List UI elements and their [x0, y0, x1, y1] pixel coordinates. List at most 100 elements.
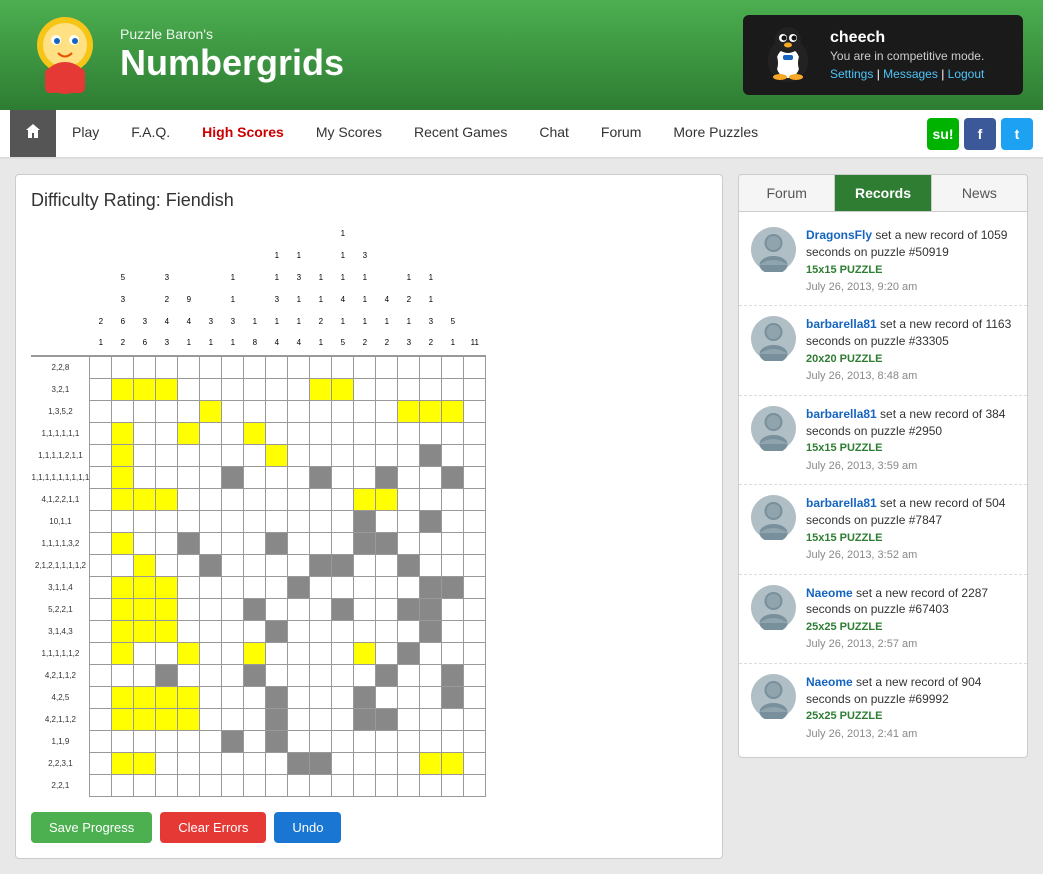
grid-cell[interactable] [288, 378, 310, 400]
grid-cell[interactable] [464, 620, 486, 642]
grid-cell[interactable] [398, 686, 420, 708]
grid-cell[interactable] [310, 510, 332, 532]
grid-cell[interactable] [112, 752, 134, 774]
grid-cell[interactable] [442, 642, 464, 664]
grid-cell[interactable] [90, 356, 112, 378]
grid-cell[interactable] [464, 774, 486, 796]
nav-faq[interactable]: F.A.Q. [115, 110, 186, 157]
grid-cell[interactable] [222, 752, 244, 774]
grid-cell[interactable] [112, 774, 134, 796]
grid-cell[interactable] [134, 378, 156, 400]
grid-cell[interactable] [332, 576, 354, 598]
grid-cell[interactable] [112, 444, 134, 466]
grid-cell[interactable] [156, 642, 178, 664]
grid-cell[interactable] [310, 642, 332, 664]
grid-cell[interactable] [156, 488, 178, 510]
grid-cell[interactable] [464, 532, 486, 554]
grid-cell[interactable] [310, 598, 332, 620]
nav-morepuzzles[interactable]: More Puzzles [657, 110, 774, 157]
grid-cell[interactable] [442, 554, 464, 576]
grid-cell[interactable] [310, 532, 332, 554]
grid-cell[interactable] [464, 554, 486, 576]
record-user-link[interactable]: barbarella81 [806, 496, 877, 510]
grid-cell[interactable] [310, 356, 332, 378]
grid-cell[interactable] [178, 708, 200, 730]
grid-cell[interactable] [244, 378, 266, 400]
grid-cell[interactable] [376, 554, 398, 576]
grid-cell[interactable] [354, 620, 376, 642]
grid-cell[interactable] [464, 642, 486, 664]
stumbleupon-button[interactable]: su! [927, 118, 959, 150]
grid-cell[interactable] [354, 774, 376, 796]
grid-cell[interactable] [310, 422, 332, 444]
grid-cell[interactable] [178, 554, 200, 576]
clear-errors-button[interactable]: Clear Errors [160, 812, 266, 843]
grid-cell[interactable] [398, 664, 420, 686]
grid-cell[interactable] [200, 752, 222, 774]
grid-cell[interactable] [464, 378, 486, 400]
grid-cell[interactable] [464, 466, 486, 488]
grid-cell[interactable] [288, 466, 310, 488]
grid-cell[interactable] [244, 488, 266, 510]
grid-cell[interactable] [354, 708, 376, 730]
grid-cell[interactable] [354, 686, 376, 708]
grid-cell[interactable] [90, 510, 112, 532]
grid-cell[interactable] [398, 378, 420, 400]
grid-cell[interactable] [310, 400, 332, 422]
save-button[interactable]: Save Progress [31, 812, 152, 843]
grid-cell[interactable] [310, 774, 332, 796]
grid-cell[interactable] [244, 510, 266, 532]
grid-cell[interactable] [266, 400, 288, 422]
grid-cell[interactable] [156, 444, 178, 466]
grid-cell[interactable] [332, 378, 354, 400]
grid-cell[interactable] [354, 642, 376, 664]
grid-cell[interactable] [442, 444, 464, 466]
grid-cell[interactable] [420, 708, 442, 730]
grid-cell[interactable] [310, 378, 332, 400]
grid-cell[interactable] [134, 686, 156, 708]
grid-cell[interactable] [420, 378, 442, 400]
home-button[interactable] [10, 110, 56, 157]
grid-cell[interactable] [156, 730, 178, 752]
grid-cell[interactable] [112, 378, 134, 400]
grid-cell[interactable] [332, 554, 354, 576]
grid-cell[interactable] [310, 752, 332, 774]
grid-cell[interactable] [288, 576, 310, 598]
grid-cell[interactable] [310, 466, 332, 488]
grid-cell[interactable] [90, 730, 112, 752]
grid-cell[interactable] [200, 356, 222, 378]
grid-cell[interactable] [376, 378, 398, 400]
grid-cell[interactable] [376, 664, 398, 686]
grid-cell[interactable] [376, 488, 398, 510]
tab-forum[interactable]: Forum [739, 175, 835, 211]
grid-cell[interactable] [200, 620, 222, 642]
grid-cell[interactable] [178, 686, 200, 708]
grid-cell[interactable] [90, 620, 112, 642]
grid-cell[interactable] [134, 356, 156, 378]
grid-cell[interactable] [266, 620, 288, 642]
grid-cell[interactable] [332, 510, 354, 532]
grid-cell[interactable] [420, 642, 442, 664]
grid-cell[interactable] [156, 708, 178, 730]
grid-cell[interactable] [266, 686, 288, 708]
grid-cell[interactable] [354, 554, 376, 576]
nav-highscores[interactable]: High Scores [186, 110, 300, 157]
grid-cell[interactable] [134, 422, 156, 444]
grid-cell[interactable] [178, 532, 200, 554]
grid-cell[interactable] [112, 488, 134, 510]
grid-cell[interactable] [156, 752, 178, 774]
grid-cell[interactable] [222, 378, 244, 400]
grid-cell[interactable] [134, 576, 156, 598]
grid-cell[interactable] [442, 664, 464, 686]
grid-cell[interactable] [442, 774, 464, 796]
messages-link[interactable]: Messages [883, 67, 938, 81]
grid-cell[interactable] [420, 356, 442, 378]
grid-cell[interactable] [442, 752, 464, 774]
grid-cell[interactable] [376, 686, 398, 708]
grid-cell[interactable] [376, 400, 398, 422]
grid-cell[interactable] [112, 642, 134, 664]
grid-cell[interactable] [200, 378, 222, 400]
grid-cell[interactable] [288, 774, 310, 796]
grid-cell[interactable] [156, 378, 178, 400]
grid-cell[interactable] [266, 576, 288, 598]
